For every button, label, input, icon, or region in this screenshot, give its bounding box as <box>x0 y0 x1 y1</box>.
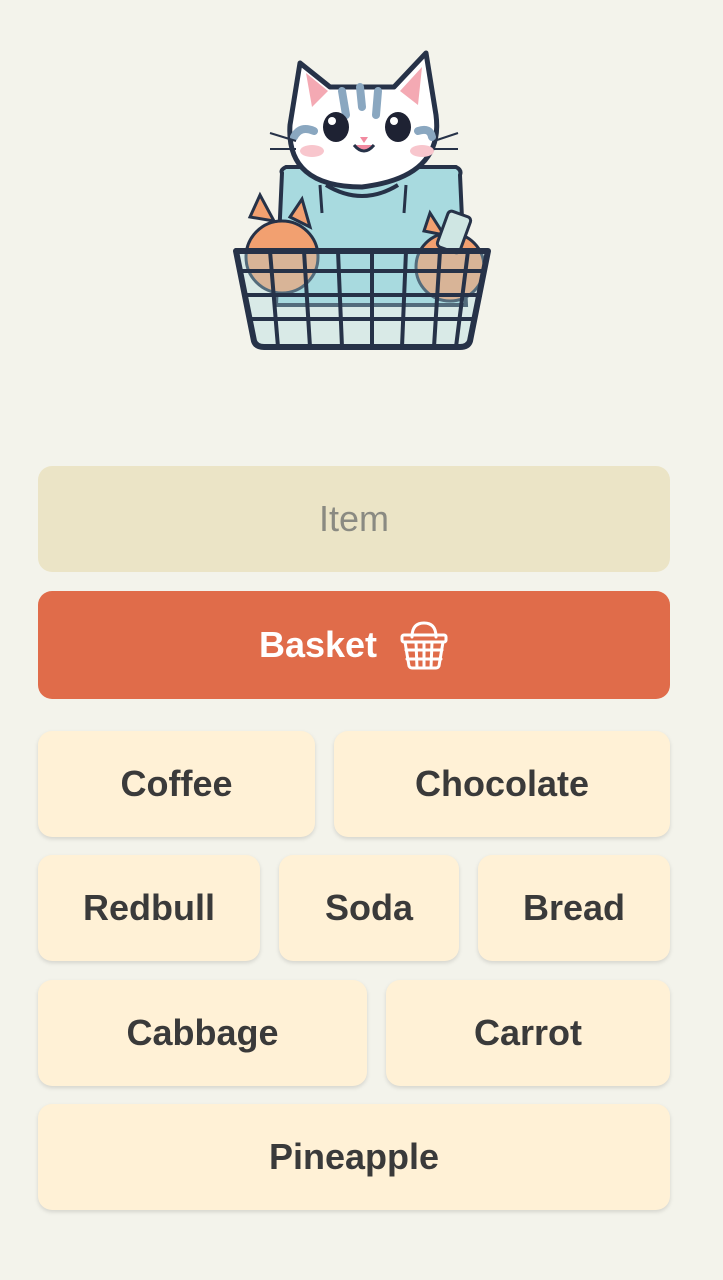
item-input[interactable] <box>38 466 670 572</box>
item-chip-redbull[interactable]: Redbull <box>38 855 260 961</box>
item-chip-bread[interactable]: Bread <box>478 855 670 961</box>
item-chip-chocolate[interactable]: Chocolate <box>334 731 670 837</box>
item-chip-pineapple[interactable]: Pineapple <box>38 1104 670 1210</box>
item-chip-soda[interactable]: Soda <box>279 855 459 961</box>
basket-button-label: Basket <box>258 624 378 665</box>
item-chip-cabbage[interactable]: Cabbage <box>38 980 367 1086</box>
item-chip-coffee[interactable]: Coffee <box>38 731 315 837</box>
basket-icon <box>399 619 449 671</box>
cat-basket-illustration <box>230 45 495 355</box>
basket-button[interactable]: Basket <box>38 591 670 699</box>
item-chip-carrot[interactable]: Carrot <box>386 980 670 1086</box>
